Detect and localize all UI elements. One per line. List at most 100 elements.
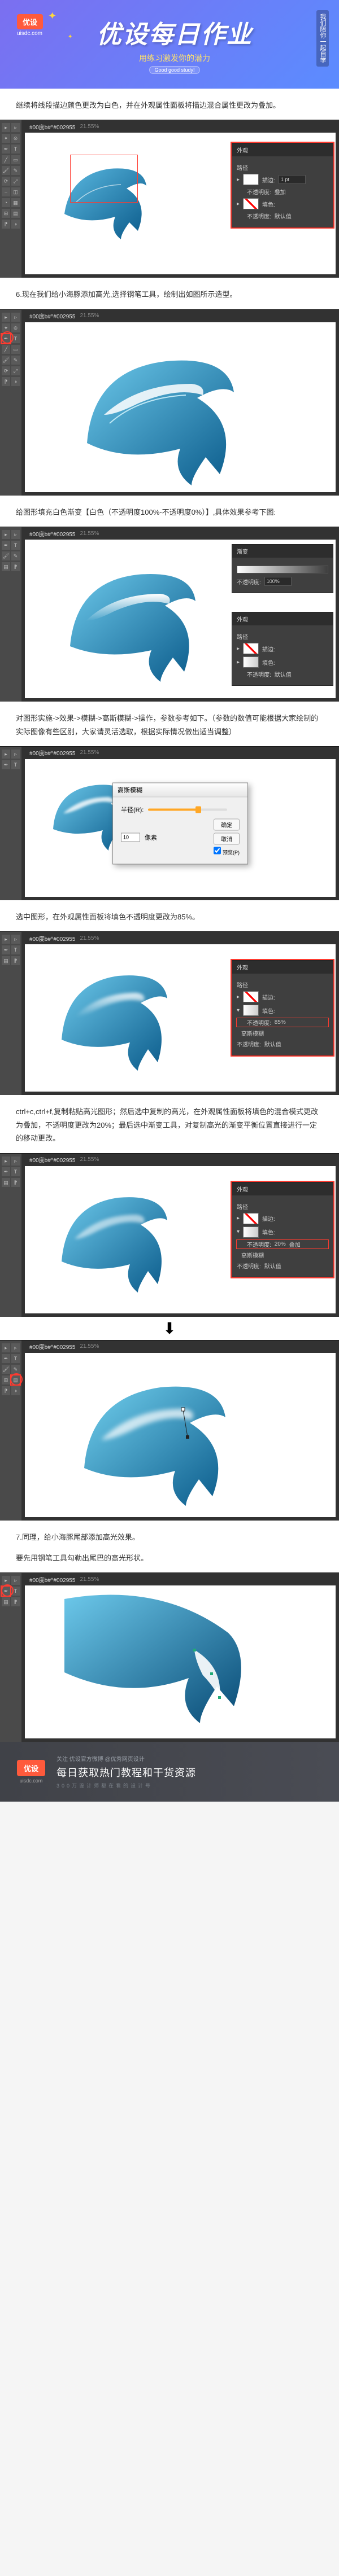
eyedropper-icon[interactable]: ⁋ [2, 220, 10, 229]
fill-swatch[interactable] [243, 1226, 259, 1238]
lasso-icon[interactable]: ⊙ [11, 134, 20, 143]
document-tab[interactable]: #00度b#^#002955 21.55% [25, 531, 336, 540]
fill-swatch[interactable] [243, 656, 259, 668]
direct-select-icon[interactable]: ▹ [11, 123, 20, 132]
eyedropper-icon[interactable]: ⁋ [11, 956, 20, 965]
gradient-tool-icon[interactable]: ▤ [11, 1375, 20, 1385]
pencil-tool-icon[interactable]: ✎ [11, 1365, 20, 1374]
radius-input[interactable] [121, 833, 140, 842]
ok-button[interactable]: 确定 [214, 818, 240, 830]
direct-select-icon[interactable]: ▹ [11, 1156, 20, 1166]
scale-tool-icon[interactable]: ⤢ [11, 366, 20, 375]
pencil-tool-icon[interactable]: ✎ [11, 356, 20, 365]
rotate-tool-icon[interactable]: ⟳ [2, 177, 10, 186]
canvas[interactable]: #00度b#^#00295521.55% 高斯模糊 半径(R): 像素 确定 取… [25, 750, 336, 897]
direct-select-icon[interactable]: ▹ [11, 313, 20, 322]
fill-row[interactable]: ▸ 填色: [237, 198, 328, 209]
blend-tool-icon[interactable]: ◑ [11, 220, 20, 229]
stroke-swatch[interactable] [243, 643, 259, 654]
width-tool-icon[interactable]: ⎯ [2, 187, 10, 196]
preview-checkbox[interactable] [214, 847, 221, 854]
direct-select-icon[interactable]: ▹ [11, 750, 20, 759]
stroke-row[interactable]: ▸ 描边: [237, 174, 328, 185]
gradient-stop-opacity[interactable] [264, 577, 292, 586]
selection-tool-icon[interactable]: ▸ [2, 123, 10, 132]
direct-select-icon[interactable]: ▹ [11, 935, 20, 944]
document-tab[interactable]: #00度b#^#002955 21.55% [25, 313, 336, 322]
canvas[interactable]: #00度b#^#00295521.55% [25, 1344, 336, 1517]
magic-wand-icon[interactable]: ✦ [2, 134, 10, 143]
type-tool-icon[interactable]: T [11, 1167, 20, 1176]
selection-tool-icon[interactable]: ▸ [2, 313, 10, 322]
magic-wand-icon[interactable]: ✦ [2, 323, 10, 332]
pen-tool-icon[interactable]: ✒ [2, 760, 10, 769]
shape-builder-icon[interactable]: ◔ [2, 198, 10, 207]
stroke-opacity-row[interactable]: 不透明度:叠加 [237, 187, 328, 196]
line-tool-icon[interactable]: ╱ [2, 345, 10, 354]
fill-overlay-20-row[interactable]: 不透明度:20% 叠加 [237, 1240, 328, 1248]
stroke-weight-input[interactable] [279, 175, 306, 184]
selection-tool-icon[interactable]: ▸ [2, 530, 10, 539]
appearance-panel[interactable]: 外观 路径 ▸ 描边: 不透明度:叠加 ▸ 填色: 不透明度:默认值 [232, 143, 333, 227]
mesh-tool-icon[interactable]: ⊞ [2, 1375, 10, 1385]
rect-tool-icon[interactable]: ▭ [11, 345, 20, 354]
gradient-tool-icon[interactable]: ▤ [2, 1597, 10, 1606]
gradient-ramp[interactable] [237, 566, 328, 573]
fill-opacity-row[interactable]: 不透明度:默认值 [237, 212, 328, 220]
brush-tool-icon[interactable]: 🖌 [2, 551, 10, 560]
pencil-tool-icon[interactable]: ✎ [11, 551, 20, 560]
blend-tool-icon[interactable]: ◑ [11, 1386, 20, 1395]
gaussian-blur-dialog[interactable]: 高斯模糊 半径(R): 像素 确定 取消 预览(P) [112, 782, 248, 864]
eyedropper-icon[interactable]: ⁋ [2, 377, 10, 386]
line-tool-icon[interactable]: ╱ [2, 155, 10, 164]
type-tool-icon[interactable]: T [11, 1587, 20, 1596]
gradient-tool-icon[interactable]: ▤ [2, 1178, 10, 1187]
selection-tool-icon[interactable]: ▸ [2, 1156, 10, 1166]
fill-swatch[interactable] [243, 198, 259, 209]
fill-swatch[interactable] [243, 1005, 259, 1016]
type-tool-icon[interactable]: T [11, 760, 20, 769]
lasso-icon[interactable]: ⊙ [11, 323, 20, 332]
pen-tool-icon[interactable]: ✒ [2, 945, 10, 954]
gradient-tool-icon[interactable]: ▤ [2, 956, 10, 965]
scale-tool-icon[interactable]: ⤢ [11, 177, 20, 186]
type-tool-icon[interactable]: T [11, 144, 20, 154]
canvas[interactable]: #00度b#^#002955 21.55% [25, 313, 336, 492]
stroke-swatch[interactable] [243, 1213, 259, 1224]
appearance-panel[interactable]: 外观 路径 ▸描边: ▸填色: 不透明度:默认值 [232, 612, 333, 686]
selection-tool-icon[interactable]: ▸ [2, 1343, 10, 1352]
gradient-tool-icon[interactable]: ▤ [2, 562, 10, 571]
type-tool-icon[interactable]: T [11, 945, 20, 954]
eyedropper-icon[interactable]: ⁋ [2, 1386, 10, 1395]
brush-tool-icon[interactable]: 🖌 [2, 166, 10, 175]
brush-tool-icon[interactable]: 🖌 [2, 356, 10, 365]
type-tool-icon[interactable]: T [11, 541, 20, 550]
document-tab[interactable]: #00度b#^#002955 21.55% [25, 124, 336, 133]
pen-tool-icon[interactable]: ✒ [2, 1354, 10, 1363]
gaussian-fx-row[interactable]: 高斯模糊 [237, 1029, 328, 1037]
eyedropper-icon[interactable]: ⁋ [11, 562, 20, 571]
rotate-tool-icon[interactable]: ⟳ [2, 366, 10, 375]
selection-tool-icon[interactable]: ▸ [2, 935, 10, 944]
direct-select-icon[interactable]: ▹ [11, 1343, 20, 1352]
rect-tool-icon[interactable]: ▭ [11, 155, 20, 164]
selection-tool-icon[interactable]: ▸ [2, 750, 10, 759]
gradient-tool-icon[interactable]: ▤ [11, 209, 20, 218]
type-tool-icon[interactable]: T [11, 334, 20, 343]
eyedropper-icon[interactable]: ⁋ [11, 1597, 20, 1606]
type-tool-icon[interactable]: T [11, 1354, 20, 1363]
direct-select-icon[interactable]: ▹ [11, 1576, 20, 1585]
pen-tool-icon[interactable]: ✒ [2, 1167, 10, 1176]
perspective-icon[interactable]: ▦ [11, 198, 20, 207]
eyedropper-icon[interactable]: ⁋ [11, 1178, 20, 1187]
pen-tool-icon[interactable]: ✒ [2, 334, 10, 343]
pen-tool-icon[interactable]: ✒ [2, 541, 10, 550]
appearance-panel[interactable]: 外观 路径 ▸描边: ▾填色: 不透明度:20% 叠加 高斯模糊 不透明度:默认… [232, 1182, 333, 1277]
mesh-tool-icon[interactable]: ⊞ [2, 209, 10, 218]
blend-tool-icon[interactable]: ◑ [11, 377, 20, 386]
appearance-panel[interactable]: 外观 路径 ▸描边: ▾填色: 不透明度:85% 高斯模糊 不透明度:默认值 [232, 960, 333, 1055]
pencil-tool-icon[interactable]: ✎ [11, 166, 20, 175]
stroke-swatch[interactable] [243, 174, 259, 185]
stroke-swatch[interactable] [243, 991, 259, 1002]
selection-tool-icon[interactable]: ▸ [2, 1576, 10, 1585]
